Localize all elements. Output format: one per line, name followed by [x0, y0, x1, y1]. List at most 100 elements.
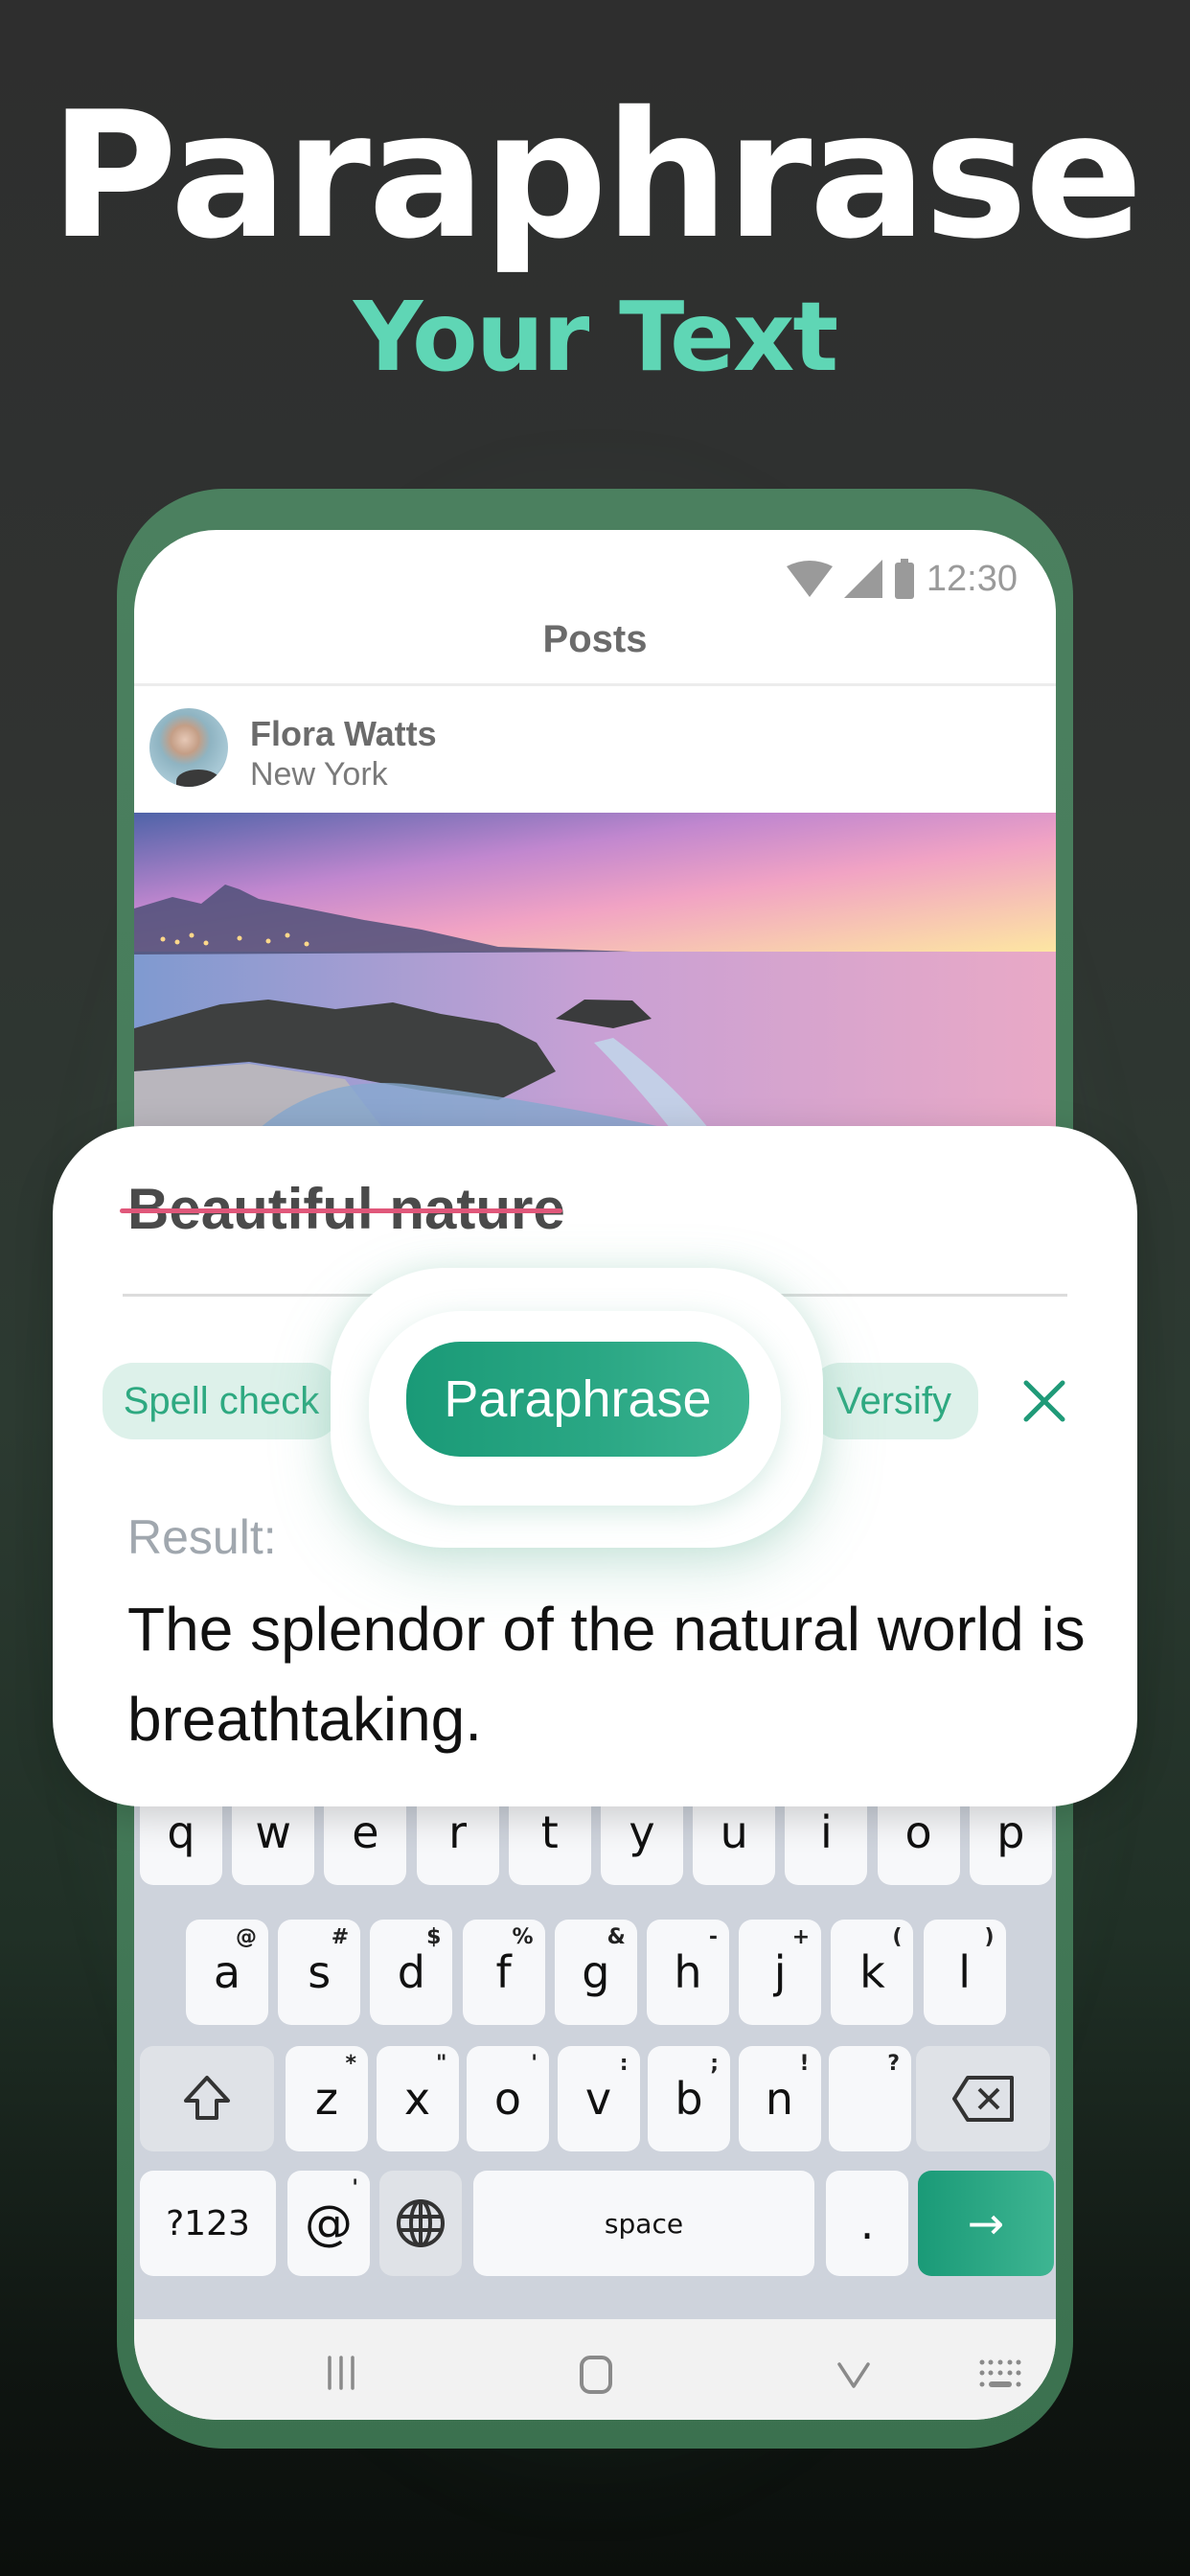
spell-check-button[interactable]: Spell check [103, 1363, 340, 1439]
key-label: j [773, 1946, 787, 1998]
space-key-label: space [604, 2207, 684, 2240]
assistant-card: Beautiful nature Spell check Versify Par… [53, 1126, 1137, 1806]
key-label: r [448, 1806, 468, 1858]
key-f[interactable]: f% [462, 1920, 545, 2025]
key-l[interactable]: l) [923, 1920, 1006, 2025]
key-j[interactable]: j + [739, 1920, 822, 2025]
status-bar: 12:30 [786, 555, 1018, 603]
headline: Paraphrase [49, 74, 1143, 277]
key-alt-label: ; [710, 2052, 719, 2076]
key-b[interactable]: b; [648, 2046, 730, 2151]
key-alt-label: " [436, 2052, 447, 2076]
result-label: Result: [127, 1510, 277, 1564]
result-text[interactable]: The splendor of the natural world is bre… [127, 1584, 1086, 1764]
paraphrase-label: Paraphrase [444, 1370, 712, 1428]
key-k[interactable]: k( [831, 1920, 914, 2025]
backspace-icon [952, 2076, 1014, 2122]
post-author[interactable]: Flora Watts [250, 714, 437, 754]
key-alt-label: % [512, 1925, 534, 1949]
key-label: l [958, 1946, 971, 1998]
key-alt-label: ! [799, 2052, 810, 2076]
arrow-right-icon: → [967, 2197, 1005, 2249]
strikethrough-line [120, 1208, 562, 1213]
key-a[interactable]: a @ [186, 1920, 268, 2025]
key-label: t [540, 1806, 559, 1858]
at-key-alt: ' [352, 2176, 358, 2200]
key-v[interactable]: v: [557, 2046, 640, 2151]
key-label: k [859, 1946, 885, 1998]
subheadline: Your Text [353, 281, 838, 393]
key-alt-label: + [791, 1925, 811, 1949]
key-alt-label: ? [887, 2052, 900, 2076]
versify-label: Versify [835, 1379, 952, 1422]
key-label: v [584, 2073, 612, 2125]
key-g[interactable]: g & [554, 1920, 637, 2025]
keyboard-switch-icon[interactable] [979, 2359, 1021, 2390]
symbols-key[interactable]: ?123 [140, 2171, 276, 2276]
key-label: z [314, 2073, 339, 2125]
key-label: y [629, 1806, 655, 1858]
space-key[interactable]: space [473, 2171, 814, 2276]
status-time: 12:30 [926, 558, 1018, 599]
page-title: Posts [542, 618, 648, 660]
key-d[interactable]: d $ [370, 1920, 453, 2025]
spell-check-label: Spell check [123, 1379, 320, 1422]
key-z[interactable]: z * [286, 2046, 368, 2151]
key-label: o [904, 1806, 932, 1858]
at-key[interactable]: @ ' [287, 2171, 370, 2276]
key-alt-label: ) [984, 1925, 995, 1949]
backspace-key[interactable] [916, 2046, 1050, 2151]
post-location: New York [250, 756, 388, 793]
at-key-label: @ [305, 2196, 353, 2251]
key-label: b [675, 2073, 703, 2125]
key-label: x [403, 2073, 431, 2125]
key-label: h [674, 1946, 702, 1998]
key-alt-label: ( [892, 1925, 903, 1949]
versify-button[interactable]: Versify [810, 1363, 978, 1439]
key-n[interactable]: n! [738, 2046, 821, 2151]
key-label: o [493, 2073, 522, 2125]
key-label: q [167, 1806, 195, 1858]
wifi-icon [786, 561, 833, 597]
paraphrase-button[interactable]: Paraphrase [406, 1342, 749, 1457]
symbols-key-label: ?123 [166, 2203, 250, 2243]
key-label: u [720, 1806, 748, 1858]
shift-key[interactable] [140, 2046, 274, 2151]
home-icon[interactable] [578, 2356, 616, 2394]
key-label: p [996, 1806, 1025, 1858]
key-x[interactable]: x " [376, 2046, 459, 2151]
avatar[interactable] [149, 708, 228, 787]
shift-icon [184, 2076, 230, 2120]
post-image[interactable] [134, 813, 1056, 1129]
system-nav-bar [134, 2319, 1056, 2420]
period-key[interactable]: . [826, 2171, 908, 2276]
key-alt-label: & [606, 1925, 626, 1949]
key-label: n [765, 2073, 794, 2125]
hide-keyboard-icon[interactable] [836, 2361, 871, 2390]
key-blank[interactable]: ? [829, 2046, 911, 2151]
battery-icon [894, 559, 915, 599]
key-label: d [397, 1946, 425, 1998]
key-label: i [820, 1806, 833, 1858]
key-h[interactable]: h- [647, 1920, 729, 2025]
key-label: f [495, 1946, 512, 1998]
close-icon[interactable] [1020, 1377, 1068, 1425]
key-s[interactable]: s # [278, 1920, 361, 2025]
key-label: s [308, 1946, 332, 1998]
period-key-label: . [859, 2197, 875, 2249]
key-alt-label: * [345, 2052, 356, 2076]
key-alt-label: - [708, 1925, 718, 1949]
key-alt-label: $ [426, 1925, 442, 1949]
key-label: a [213, 1946, 241, 1998]
key-label: e [352, 1806, 379, 1858]
keyboard: q1w2e3r4t5y6u7i8o9p0 a@s#d$f%g&h-j+k(l) … [134, 1780, 1056, 2319]
key-o[interactable]: o ' [467, 2046, 549, 2151]
key-label: g [582, 1946, 610, 1998]
enter-key[interactable]: → [918, 2171, 1054, 2276]
language-key[interactable] [379, 2171, 462, 2276]
key-alt-label: : [619, 2052, 629, 2076]
header-divider [134, 683, 1056, 686]
key-alt-label: @ [236, 1925, 257, 1949]
recent-apps-icon[interactable] [324, 2356, 358, 2390]
signal-icon [843, 560, 882, 598]
